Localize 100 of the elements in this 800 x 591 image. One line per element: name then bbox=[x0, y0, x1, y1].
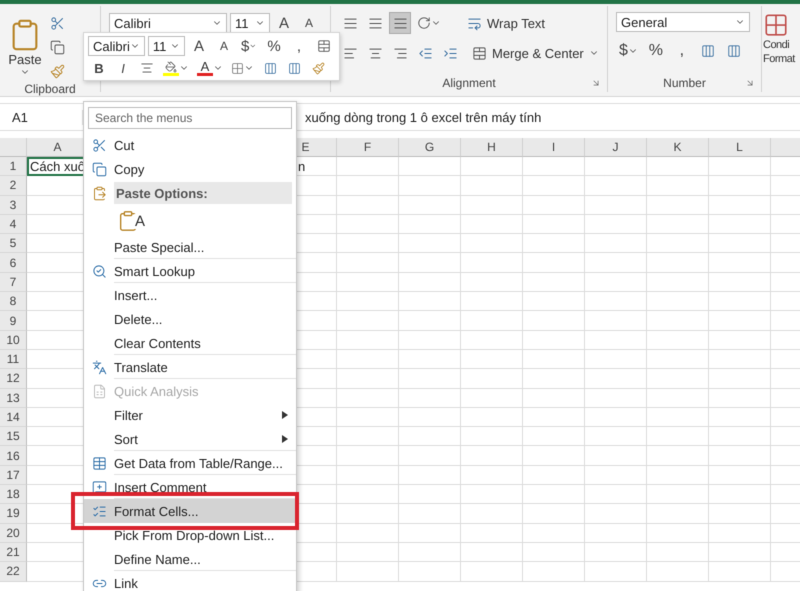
menu-item[interactable]: Link bbox=[84, 571, 296, 591]
table-cell bbox=[709, 524, 771, 543]
row-header[interactable]: 20 bbox=[0, 524, 27, 543]
table-cell bbox=[523, 446, 585, 466]
row-header[interactable]: 16 bbox=[0, 446, 27, 466]
column-header[interactable]: G bbox=[399, 138, 461, 157]
table-cell bbox=[709, 369, 771, 389]
column-header[interactable]: J bbox=[585, 138, 647, 157]
table-cell bbox=[337, 350, 399, 370]
number-format-dropdown[interactable]: General bbox=[616, 12, 750, 32]
menu-item[interactable]: Define Name... bbox=[84, 547, 296, 571]
menu-item[interactable]: Pick From Drop-down List... bbox=[84, 523, 296, 547]
table-cell bbox=[461, 292, 523, 312]
lines-icon bbox=[392, 16, 408, 30]
row-header[interactable]: 17 bbox=[0, 466, 27, 486]
dialog-launcher-icon[interactable] bbox=[591, 78, 601, 88]
currency-button[interactable]: $ bbox=[616, 40, 641, 62]
table-cell bbox=[461, 214, 523, 234]
font-name-dropdown[interactable]: Calibri bbox=[109, 13, 227, 33]
table-cell bbox=[709, 446, 771, 466]
formula-field[interactable]: xuống dòng trong 1 ô excel trên máy tính bbox=[305, 110, 542, 124]
row-header[interactable]: 8 bbox=[0, 292, 27, 312]
row-header[interactable]: 12 bbox=[0, 369, 27, 389]
paste-option-button[interactable]: A bbox=[114, 207, 150, 235]
table-cell bbox=[337, 485, 399, 504]
grow-font-button[interactable]: A bbox=[273, 12, 295, 34]
row-header[interactable]: 6 bbox=[0, 253, 27, 273]
row-header[interactable]: 22 bbox=[0, 562, 27, 582]
menu-item[interactable]: Delete... bbox=[84, 307, 296, 331]
table-cell bbox=[399, 466, 461, 486]
table-cell bbox=[399, 214, 461, 234]
table-cell bbox=[461, 350, 523, 370]
table-cell bbox=[337, 214, 399, 234]
grow-font-button[interactable]: A bbox=[188, 37, 210, 55]
table-cell bbox=[399, 292, 461, 312]
menu-item[interactable]: Insert... bbox=[84, 283, 296, 307]
table-cell bbox=[461, 542, 523, 562]
row-header[interactable]: 15 bbox=[0, 427, 27, 446]
row-header[interactable]: 19 bbox=[0, 504, 27, 524]
dialog-launcher-icon[interactable] bbox=[745, 78, 755, 88]
vertical-align-button[interactable] bbox=[389, 12, 411, 34]
row-header[interactable]: 14 bbox=[0, 408, 27, 428]
menu-item[interactable]: Format Cells... bbox=[84, 499, 296, 523]
menu-item[interactable]: Filter bbox=[84, 403, 296, 427]
align-center-icon bbox=[368, 46, 382, 60]
table-cell bbox=[523, 350, 585, 370]
comma-button[interactable]: , bbox=[288, 37, 310, 55]
row-header[interactable]: 10 bbox=[0, 330, 27, 350]
color-bar bbox=[163, 72, 179, 76]
copy-icon bbox=[92, 162, 106, 176]
search-field[interactable]: Search the menus bbox=[88, 107, 292, 129]
column-header[interactable]: H bbox=[461, 138, 523, 157]
row-header[interactable]: 11 bbox=[0, 350, 27, 370]
table-cell bbox=[399, 504, 461, 524]
column-header[interactable]: F bbox=[337, 138, 399, 157]
menu-item[interactable]: Get Data from Table/Range... bbox=[84, 451, 296, 475]
row-header[interactable]: 1 bbox=[0, 157, 27, 176]
menu-section-header: Paste Options: bbox=[114, 182, 292, 204]
table-cell bbox=[585, 466, 647, 486]
shrink-font-button[interactable]: A bbox=[213, 37, 235, 55]
table-cell bbox=[461, 427, 523, 446]
wrap-text-button[interactable]: Wrap Text bbox=[465, 14, 548, 32]
row-header[interactable]: 3 bbox=[0, 196, 27, 215]
row-header[interactable]: 9 bbox=[0, 311, 27, 331]
menu-item[interactable]: Sort bbox=[84, 427, 296, 451]
font-name-dropdown[interactable]: Calibri bbox=[88, 36, 145, 56]
table-cell bbox=[585, 542, 647, 562]
bold-button[interactable]: B bbox=[88, 59, 110, 77]
merge-center-button[interactable]: Merge & Center bbox=[470, 44, 601, 62]
font-color-button[interactable]: A bbox=[194, 59, 226, 77]
menu-item[interactable]: Clear Contents bbox=[84, 331, 296, 355]
row-header[interactable]: 4 bbox=[0, 214, 27, 234]
menu-item[interactable]: Paste Special... bbox=[84, 235, 296, 259]
row-header[interactable]: 2 bbox=[0, 176, 27, 196]
decimal-icon bbox=[264, 62, 276, 74]
table-cell bbox=[709, 350, 771, 370]
column-header[interactable]: L bbox=[709, 138, 771, 157]
shrink-font-button[interactable]: A bbox=[298, 12, 320, 34]
italic-button[interactable]: I bbox=[112, 59, 134, 77]
currency-button[interactable]: $ bbox=[238, 37, 260, 55]
table-cell bbox=[647, 311, 709, 331]
row-header[interactable]: 18 bbox=[0, 485, 27, 504]
row-header[interactable]: 5 bbox=[0, 234, 27, 254]
table-cell bbox=[709, 562, 771, 582]
table-cell bbox=[461, 485, 523, 504]
comma-button[interactable]: , bbox=[670, 40, 693, 62]
menu-item[interactable]: Translate bbox=[84, 355, 296, 379]
row-header[interactable]: 21 bbox=[0, 542, 27, 562]
column-header[interactable]: K bbox=[647, 138, 709, 157]
font-size-dropdown[interactable]: 11 bbox=[148, 36, 185, 56]
row-header[interactable]: 7 bbox=[0, 272, 27, 292]
menu-item[interactable]: Smart Lookup bbox=[84, 259, 296, 283]
paste-button[interactable]: Paste bbox=[8, 18, 42, 76]
row-header[interactable]: 13 bbox=[0, 388, 27, 408]
conditional-formatting-button[interactable]: Condi Format bbox=[762, 6, 800, 66]
percent-button[interactable]: % bbox=[644, 40, 667, 62]
column-header[interactable]: I bbox=[523, 138, 585, 157]
font-size-dropdown[interactable]: 11 bbox=[230, 13, 270, 33]
percent-button[interactable]: % bbox=[263, 37, 285, 55]
menu-item[interactable]: Insert Comment bbox=[84, 475, 296, 499]
